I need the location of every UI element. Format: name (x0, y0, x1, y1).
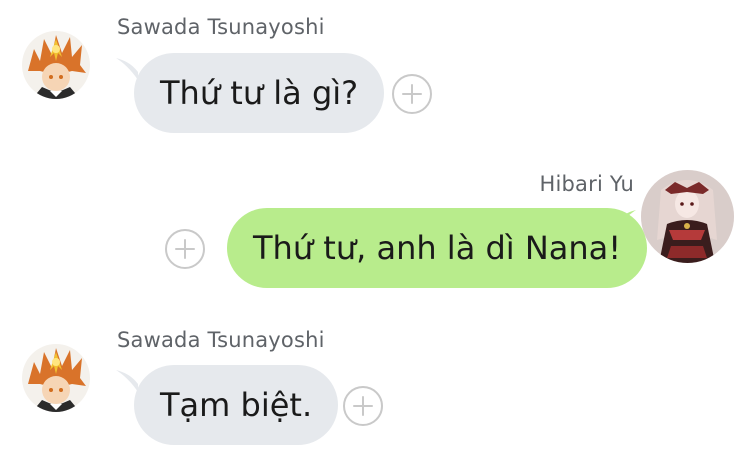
sender-avatar[interactable] (22, 344, 90, 412)
message-bubble[interactable]: Thứ tư là gì? (134, 53, 385, 133)
message-bubble[interactable]: Thứ tư, anh là dì Nana! (227, 208, 648, 288)
add-reaction-icon[interactable] (392, 74, 432, 114)
sender-name: Hibari Yu (539, 172, 634, 196)
sender-name: Sawada Tsunayoshi (117, 328, 325, 352)
sender-avatar[interactable] (22, 31, 90, 99)
bubble-tail (116, 58, 138, 80)
tsuna-avatar-icon (22, 31, 90, 99)
tsuna-avatar-icon (22, 344, 90, 412)
message-bubble[interactable]: Tạm biệt. (134, 365, 339, 445)
sender-avatar[interactable] (641, 170, 734, 263)
sender-name: Sawada Tsunayoshi (117, 15, 325, 39)
hibari-avatar-icon (641, 170, 734, 263)
bubble-tail (116, 370, 138, 392)
add-reaction-icon[interactable] (343, 386, 383, 426)
add-reaction-icon[interactable] (165, 229, 205, 269)
